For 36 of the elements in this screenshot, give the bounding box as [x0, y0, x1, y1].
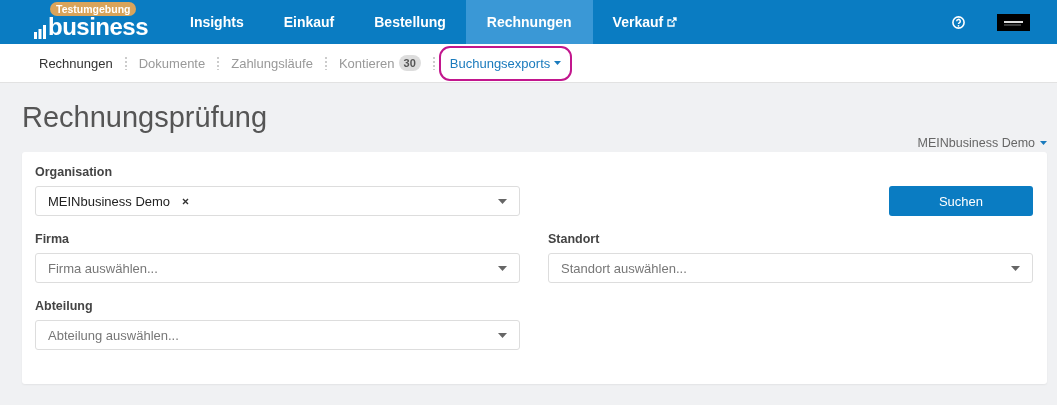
nav-tab[interactable]: Verkauf: [592, 0, 698, 44]
caret-icon: [554, 61, 562, 65]
field-label: Organisation: [35, 164, 114, 180]
logo-text: business: [48, 15, 149, 39]
subnav-link[interactable]: Buchungsexports: [440, 47, 571, 79]
nav-tab[interactable]: Einkauf: [263, 0, 355, 44]
selected-tag: MEINbusiness Demo: [48, 193, 171, 209]
select-field[interactable]: MEINbusiness Demo: [35, 186, 520, 216]
select-field[interactable]: Firma auswählen...: [35, 253, 520, 283]
nav-tab[interactable]: Bestellung: [354, 0, 466, 44]
nav-tab[interactable]: Insights: [170, 0, 264, 44]
subnav-link[interactable]: Zahlungsläufe: [231, 55, 313, 71]
environment-badge: Testumgebung: [50, 2, 137, 16]
field-label: Abteilung: [35, 298, 94, 314]
subnav-link[interactable]: Dokumente: [138, 55, 206, 71]
subnav-link[interactable]: Rechnungen: [39, 55, 113, 71]
select-field[interactable]: Standort auswählen...: [548, 253, 1033, 283]
caret-icon: [1040, 141, 1047, 145]
page-title: Rechnungsprüfung: [21, 100, 269, 135]
bars-icon: [34, 25, 46, 39]
caret-icon: [498, 332, 507, 338]
caret-icon: [1011, 265, 1020, 271]
help-icon[interactable]: [952, 15, 965, 29]
account-dropdown[interactable]: MEINbusiness Demo: [917, 136, 1047, 150]
external-link-icon: [667, 17, 678, 27]
count-badge: 30: [398, 55, 421, 71]
caret-icon: [498, 265, 507, 271]
nav-tab[interactable]: Rechnungen: [465, 0, 593, 44]
search-button[interactable]: Suchen: [889, 186, 1033, 216]
subnav-link[interactable]: Kontieren 30: [338, 55, 421, 71]
field-label: Firma: [35, 231, 71, 247]
caret-icon: [498, 198, 507, 204]
remove-icon[interactable]: [182, 197, 190, 205]
select-field[interactable]: Abteilung auswählen...: [35, 320, 520, 350]
company-logo-icon[interactable]: [997, 13, 1030, 31]
field-label: Standort: [548, 231, 601, 247]
